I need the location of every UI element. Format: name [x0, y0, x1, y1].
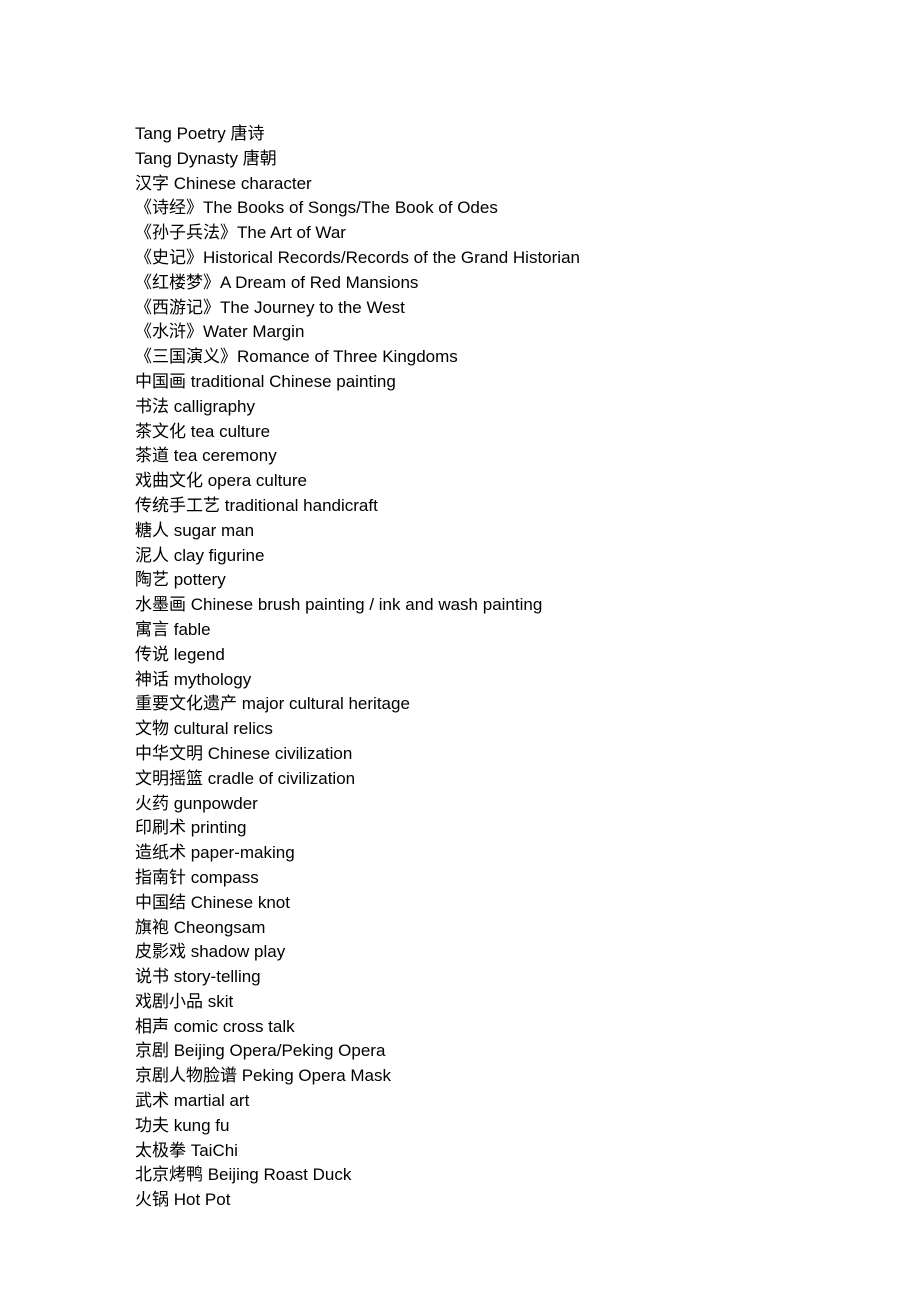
vocab-entry: 《孙子兵法》The Art of War: [135, 221, 840, 246]
vocab-entry: 《水浒》Water Margin: [135, 320, 840, 345]
vocab-entry: 中华文明 Chinese civilization: [135, 742, 840, 767]
vocab-entry: 太极拳 TaiChi: [135, 1139, 840, 1164]
vocab-entry: 中国结 Chinese knot: [135, 891, 840, 916]
vocab-entry: Tang Poetry 唐诗: [135, 122, 840, 147]
vocab-entry: 书法 calligraphy: [135, 395, 840, 420]
vocab-entry: 《三国演义》Romance of Three Kingdoms: [135, 345, 840, 370]
vocab-entry: 重要文化遗产 major cultural heritage: [135, 692, 840, 717]
vocab-entry: 陶艺 pottery: [135, 568, 840, 593]
vocab-entry: 相声 comic cross talk: [135, 1015, 840, 1040]
vocab-entry: 指南针 compass: [135, 866, 840, 891]
vocab-entry: 戏曲文化 opera culture: [135, 469, 840, 494]
vocab-entry: 茶文化 tea culture: [135, 420, 840, 445]
vocab-entry: 传统手工艺 traditional handicraft: [135, 494, 840, 519]
vocab-entry: 火锅 Hot Pot: [135, 1188, 840, 1213]
vocab-entry: 皮影戏 shadow play: [135, 940, 840, 965]
vocab-entry: 北京烤鸭 Beijing Roast Duck: [135, 1163, 840, 1188]
vocab-entry: 《西游记》The Journey to the West: [135, 296, 840, 321]
vocab-entry: 印刷术 printing: [135, 816, 840, 841]
vocab-entry: 武术 martial art: [135, 1089, 840, 1114]
vocab-entry: 水墨画 Chinese brush painting / ink and was…: [135, 593, 840, 618]
vocab-entry: 《诗经》The Books of Songs/The Book of Odes: [135, 196, 840, 221]
vocab-entry: 功夫 kung fu: [135, 1114, 840, 1139]
vocabulary-list: Tang Poetry 唐诗 Tang Dynasty 唐朝 汉字 Chines…: [135, 122, 840, 1213]
vocab-entry: 文明摇篮 cradle of civilization: [135, 767, 840, 792]
vocab-entry: 寓言 fable: [135, 618, 840, 643]
vocab-entry: 《红楼梦》A Dream of Red Mansions: [135, 271, 840, 296]
vocab-entry: 说书 story-telling: [135, 965, 840, 990]
vocab-entry: 茶道 tea ceremony: [135, 444, 840, 469]
vocab-entry: 中国画 traditional Chinese painting: [135, 370, 840, 395]
vocab-entry: 传说 legend: [135, 643, 840, 668]
vocab-entry: 《史记》Historical Records/Records of the Gr…: [135, 246, 840, 271]
vocab-entry: 京剧人物脸谱 Peking Opera Mask: [135, 1064, 840, 1089]
vocab-entry: 泥人 clay figurine: [135, 544, 840, 569]
vocab-entry: Tang Dynasty 唐朝: [135, 147, 840, 172]
vocab-entry: 戏剧小品 skit: [135, 990, 840, 1015]
vocab-entry: 京剧 Beijing Opera/Peking Opera: [135, 1039, 840, 1064]
vocab-entry: 糖人 sugar man: [135, 519, 840, 544]
vocab-entry: 神话 mythology: [135, 668, 840, 693]
vocab-entry: 文物 cultural relics: [135, 717, 840, 742]
vocab-entry: 造纸术 paper-making: [135, 841, 840, 866]
vocab-entry: 旗袍 Cheongsam: [135, 916, 840, 941]
vocab-entry: 火药 gunpowder: [135, 792, 840, 817]
vocab-entry: 汉字 Chinese character: [135, 172, 840, 197]
